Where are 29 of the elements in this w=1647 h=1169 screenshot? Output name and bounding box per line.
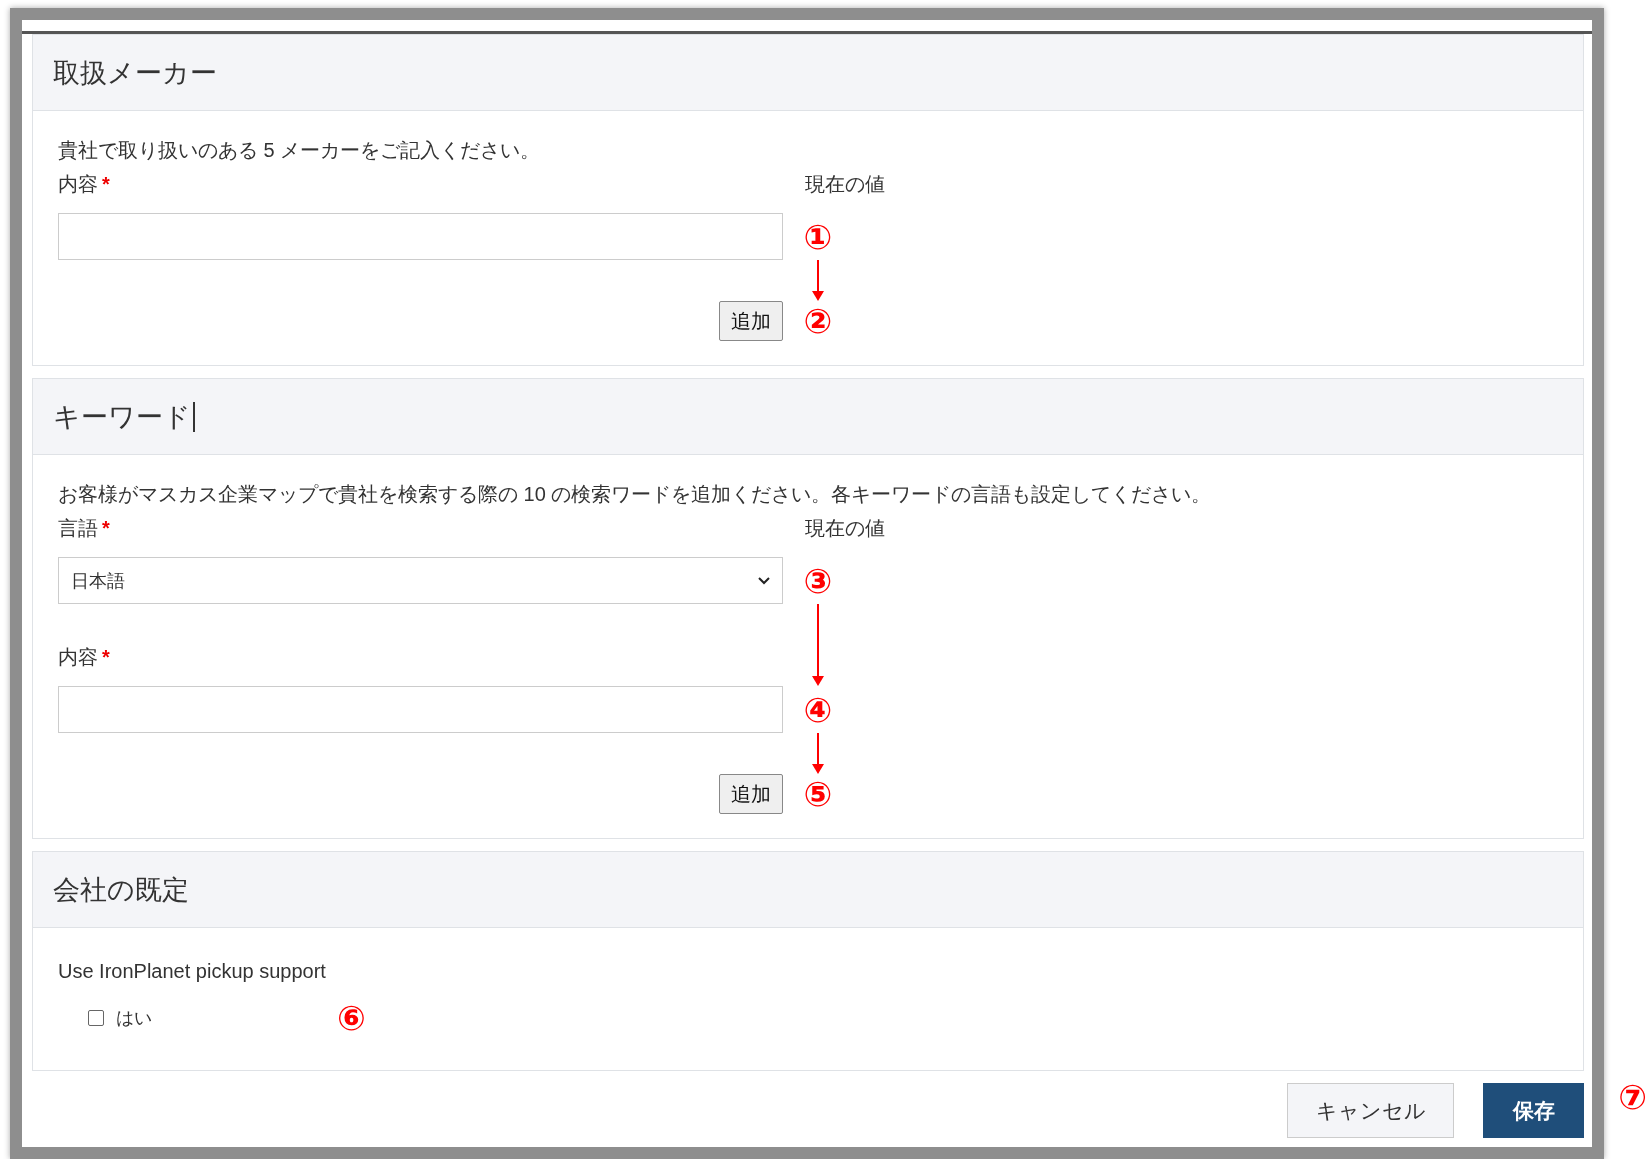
language-select[interactable]: 日本語 — [58, 557, 783, 604]
annotation-number: ② — [803, 301, 833, 341]
field-label: 内容 * — [58, 645, 111, 670]
question-label: Use IronPlanet pickup support — [58, 959, 327, 984]
field-label: 言語 * — [58, 516, 111, 541]
add-button[interactable]: 追加 — [719, 301, 783, 341]
text-field[interactable] — [58, 686, 783, 733]
text-field[interactable] — [58, 213, 783, 260]
section-description: 貴社で取り扱いのある 5 メーカーをご記入ください。 — [58, 138, 542, 163]
checkbox-label[interactable]: はい — [116, 1006, 152, 1030]
section-title: 取扱メーカー — [53, 56, 217, 90]
annotation-number: ⑤ — [803, 774, 833, 814]
section-title: 会社の既定 — [53, 873, 189, 907]
annotation-number: ⑥ — [337, 998, 366, 1038]
chevron-down-icon — [758, 576, 770, 585]
annotation-number: ③ — [803, 560, 833, 601]
save-button[interactable]: 保存 — [1483, 1083, 1585, 1138]
add-button[interactable]: 追加 — [719, 774, 783, 814]
annotation-number: ① — [803, 216, 833, 257]
annotation-number: ⑦ — [1618, 1077, 1647, 1117]
current-value-label: 現在の値 — [805, 172, 885, 197]
current-value-label: 現在の値 — [805, 516, 885, 541]
checkbox[interactable] — [88, 1010, 104, 1026]
field-label: 内容 * — [58, 172, 111, 197]
cancel-button[interactable]: キャンセル — [1287, 1083, 1455, 1138]
section-description: お客様がマスカス企業マップで貴社を検索する際の 10 の検索ワードを追加ください。各キーワードの言語も設定してください。 — [58, 482, 1213, 507]
section-title: キーワード — [53, 398, 195, 435]
text-cursor — [193, 401, 195, 432]
annotation-number: ④ — [803, 689, 833, 730]
